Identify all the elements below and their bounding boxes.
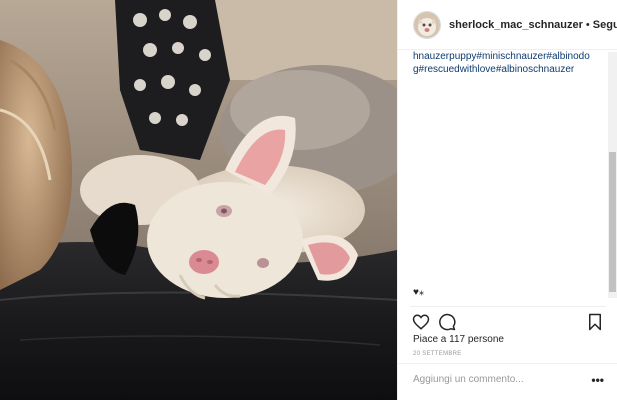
bookmark-icon[interactable] [586, 313, 604, 331]
comment-icon[interactable] [438, 313, 456, 331]
post-header: sherlock_mac_schnauzer•Segui già [398, 0, 617, 50]
username-link[interactable]: sherlock_mac_schnauzer [449, 19, 583, 31]
scrollbar-thumb[interactable] [609, 152, 616, 292]
heart-icon[interactable] [412, 313, 430, 331]
header-separator: • [585, 18, 590, 31]
likes-count[interactable]: Piace a 117 persone [413, 334, 504, 345]
avatar-image [414, 11, 440, 38]
action-bar [410, 306, 606, 333]
post-photo[interactable] [0, 0, 397, 400]
more-options-icon[interactable]: ••• [591, 373, 604, 387]
avatar[interactable] [413, 10, 441, 39]
post-date: 20 SETTEMBRE [413, 351, 462, 357]
add-comment-bar: ••• [398, 363, 617, 400]
comments-scrollbar[interactable] [608, 52, 617, 298]
post-side-panel: sherlock_mac_schnauzer•Segui già hnauzer… [397, 0, 617, 400]
caption-hashtags[interactable]: hnauzerpuppy#minischnauzer#albinodog#res… [413, 51, 590, 75]
comment-input[interactable] [413, 374, 573, 385]
following-button[interactable]: Segui già [593, 19, 617, 31]
dog-photo-image [0, 0, 397, 400]
comments-area: hnauzerpuppy#minischnauzer#albinodog#res… [413, 50, 595, 300]
header-text: sherlock_mac_schnauzer•Segui già [449, 19, 617, 31]
small-heart-icon: ♥⁎ [413, 287, 424, 298]
